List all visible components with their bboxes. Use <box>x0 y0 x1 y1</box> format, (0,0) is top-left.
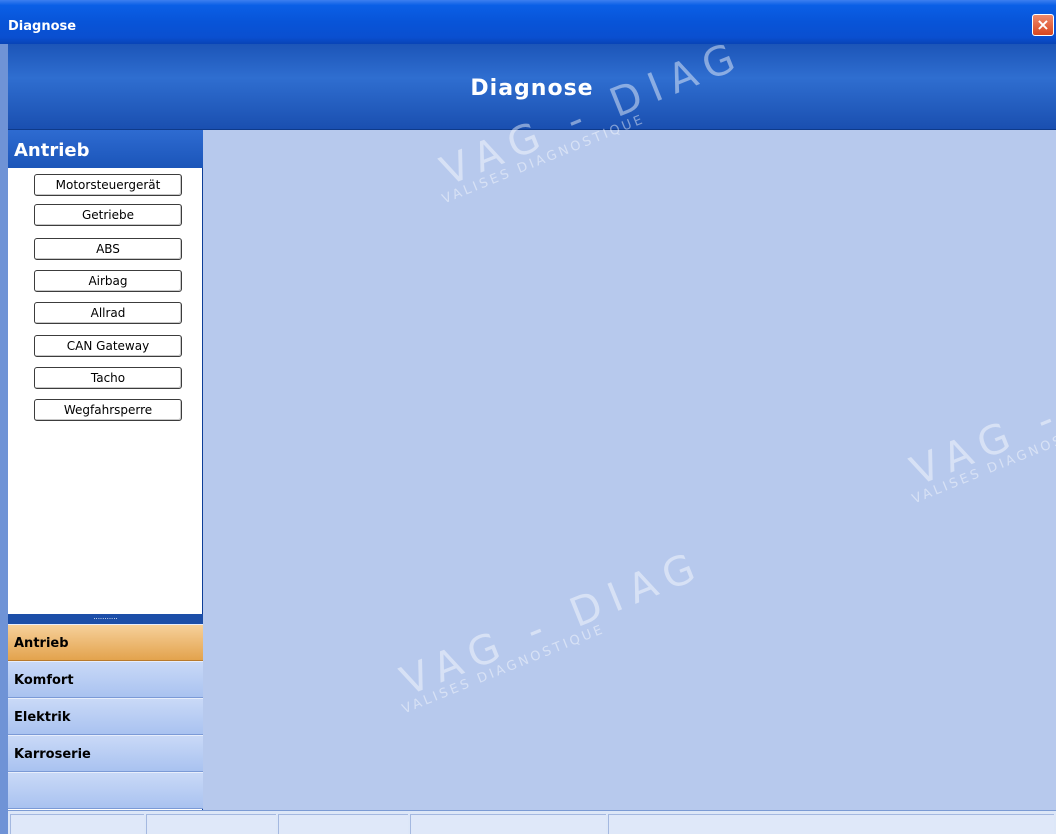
page-title: Diagnose <box>470 76 594 101</box>
nav-item-antrieb[interactable]: Antrieb <box>8 624 203 661</box>
status-pane <box>146 814 276 834</box>
status-pane <box>608 814 1054 834</box>
sidebar: Antrieb Motorsteuergerät Getriebe ABS Ai… <box>8 130 203 810</box>
sidebar-splitter[interactable]: ........... <box>8 613 203 624</box>
diagnose-window: Diagnose × Diagnose Antrieb Motorsteuerg… <box>0 0 1056 834</box>
status-pane <box>410 814 606 834</box>
module-button-motorsteuergeraet[interactable]: Motorsteuergerät <box>34 174 182 196</box>
status-bar <box>8 810 1056 834</box>
watermark-sub: VALISES DIAGNOSTIQUE <box>400 621 608 718</box>
module-button-wegfahrsperre[interactable]: Wegfahrsperre <box>34 399 182 421</box>
title-bar[interactable]: Diagnose × <box>0 0 1056 44</box>
watermark-main: VAG - DIAG <box>394 541 711 706</box>
close-button[interactable]: × <box>1032 14 1054 36</box>
nav-item-komfort[interactable]: Komfort <box>8 661 203 698</box>
watermark-sub: VALISES DIAGNOSTIQUE <box>910 411 1056 508</box>
module-button-abs[interactable]: ABS <box>34 238 182 260</box>
page-header: Diagnose <box>8 44 1056 130</box>
module-button-allrad[interactable]: Allrad <box>34 302 182 324</box>
watermark: VAG - DIAG VALISES DIAGNOSTIQUE <box>394 541 714 718</box>
module-button-airbag[interactable]: Airbag <box>34 270 182 292</box>
module-button-getriebe[interactable]: Getriebe <box>34 204 182 226</box>
watermark: VAG - DIAG VALISES DIAGNOSTIQUE <box>904 332 1056 508</box>
nav-item-elektrik[interactable]: Elektrik <box>8 698 203 735</box>
status-pane <box>10 814 144 834</box>
close-icon: × <box>1036 15 1050 34</box>
content-area: VAG - DIAG VALISES DIAGNOSTIQUE VAG - DI… <box>203 32 1056 810</box>
nav-item-karroserie[interactable]: Karroserie <box>8 735 203 772</box>
window-frame-left <box>0 44 8 834</box>
watermark-main: VAG - DIAG <box>904 332 1056 496</box>
status-pane <box>278 814 408 834</box>
window-title: Diagnose <box>8 19 77 34</box>
module-button-can-gateway[interactable]: CAN Gateway <box>34 335 182 357</box>
group-title: Antrieb <box>8 130 203 168</box>
nav-item-empty[interactable] <box>8 772 203 809</box>
module-button-tacho[interactable]: Tacho <box>34 367 182 389</box>
